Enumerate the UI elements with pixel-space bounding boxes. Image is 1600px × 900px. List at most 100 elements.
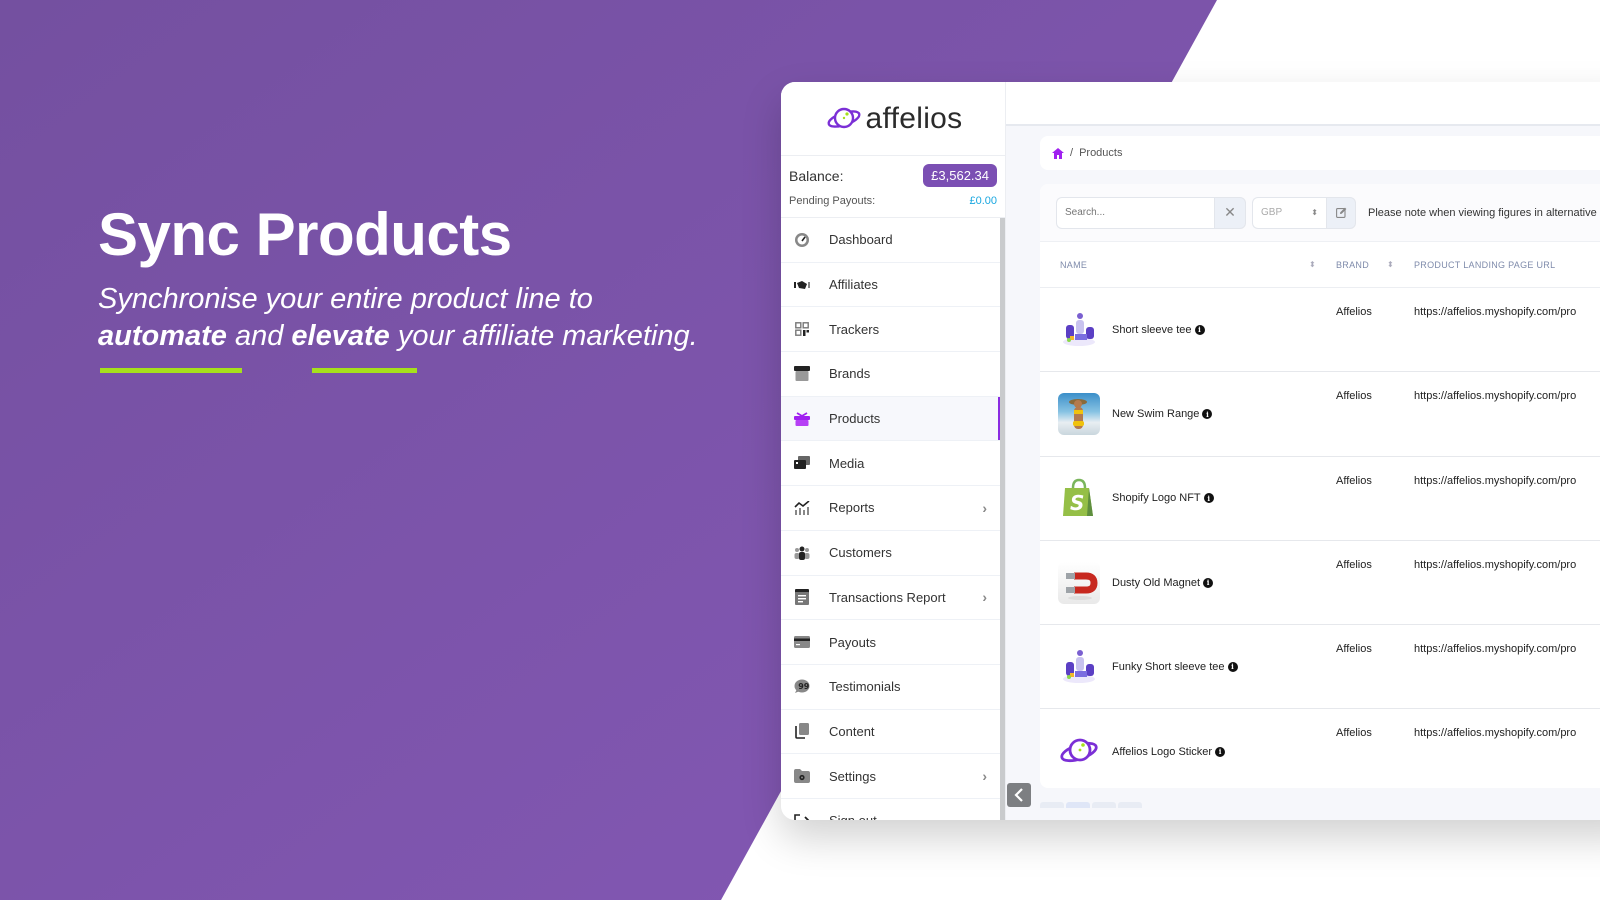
breadcrumb-separator: /	[1070, 147, 1074, 159]
app-window: affelios Balance: £3,562.34 Pending Payo…	[781, 82, 1600, 820]
info-icon[interactable]: i	[1203, 577, 1214, 588]
sort-icon: ⬍	[1386, 259, 1394, 269]
info-icon[interactable]: i	[1215, 746, 1226, 757]
clear-search-button[interactable]: ✕	[1214, 196, 1246, 229]
sidebar-scrollbar[interactable]	[1000, 218, 1005, 820]
store-icon	[793, 365, 811, 383]
pending-payouts-label: Pending Payouts:	[789, 195, 876, 207]
product-url[interactable]: https://affelios.myshopify.com/pro	[1396, 709, 1576, 793]
info-icon[interactable]: i	[1202, 409, 1213, 420]
sidebar-item-products[interactable]: Products	[781, 396, 1005, 442]
sidebar-item-label: Testimonials	[829, 679, 901, 695]
sidebar-item-label: Customers	[829, 545, 892, 561]
qr-code-icon	[793, 320, 811, 338]
edit-currency-button[interactable]	[1326, 196, 1356, 229]
table-row[interactable]: Short sleeve tee i Affelios https://affel…	[1040, 288, 1600, 373]
svg-text:99: 99	[798, 682, 810, 691]
sidebar-item-label: Dashboard	[829, 232, 893, 248]
product-thumbnail-magnet	[1058, 561, 1100, 604]
product-url[interactable]: https://affelios.myshopify.com/pro	[1396, 372, 1576, 455]
sidebar-item-testimonials[interactable]: 99 Testimonials	[781, 665, 1005, 710]
breadcrumb-current: Products	[1079, 147, 1123, 159]
sign-out-icon	[793, 812, 811, 820]
sidebar-item-label: Settings	[829, 768, 876, 784]
sidebar-item-content[interactable]: Content	[781, 710, 1005, 755]
currency-select[interactable]: GBP ⬍	[1252, 196, 1326, 229]
product-url[interactable]: https://affelios.myshopify.com/pro	[1396, 625, 1576, 708]
sidebar-item-dashboard[interactable]: Dashboard	[781, 218, 1005, 263]
balance-badge: £3,562.34	[923, 164, 997, 187]
page-button[interactable]	[1092, 802, 1116, 808]
sidebar-item-transactions-report[interactable]: Transactions Report ›	[781, 576, 1005, 621]
product-brand: Affelios	[1336, 643, 1372, 656]
product-name[interactable]: Short sleeve tee	[1112, 324, 1192, 336]
page-button[interactable]	[1040, 802, 1064, 808]
breadcrumb: / Products	[1040, 136, 1600, 170]
table-row[interactable]: New Swim Range i Affelios https://affelio…	[1040, 372, 1600, 457]
products-table-card: ✕ GBP ⬍ Please note when viewing figures…	[1040, 184, 1600, 788]
product-thumbnail-team-illustration	[1058, 646, 1100, 688]
gift-box-icon	[793, 410, 811, 428]
logo[interactable]: affelios	[781, 82, 1005, 156]
sidebar-nav: Dashboard Affiliates Trackers Brands Pro…	[781, 218, 1005, 820]
sidebar-item-brands[interactable]: Brands	[781, 352, 1005, 397]
sidebar-item-settings[interactable]: Settings ›	[781, 754, 1005, 799]
table-row[interactable]: S Shopify Logo NFT i Affelios https://aff…	[1040, 457, 1600, 541]
product-name[interactable]: Funky Short sleeve tee	[1112, 661, 1225, 673]
chart-icon	[793, 499, 811, 517]
table-row[interactable]: Funky Short sleeve tee i Affelios https:/…	[1040, 625, 1600, 710]
currency-note: Please note when viewing figures in alte…	[1368, 206, 1597, 219]
product-brand: Affelios	[1336, 474, 1372, 487]
column-header-name[interactable]: NAME ⬍	[1040, 260, 1318, 270]
affelios-planet-logo-icon	[827, 107, 861, 128]
info-icon[interactable]: i	[1194, 324, 1205, 335]
product-name[interactable]: New Swim Range	[1112, 408, 1199, 420]
sidebar-item-affiliates[interactable]: Affiliates	[781, 263, 1005, 308]
sidebar-item-customers[interactable]: Customers	[781, 531, 1005, 576]
sidebar-item-reports[interactable]: Reports ›	[781, 486, 1005, 531]
credit-card-icon	[793, 633, 811, 651]
sort-icon: ⬍	[1308, 259, 1316, 269]
hero-text: Sync Products Synchronise your entire pr…	[98, 205, 698, 355]
sidebar-item-label: Reports	[829, 500, 875, 516]
home-icon[interactable]	[1052, 147, 1064, 159]
sidebar-item-label: Trackers	[829, 321, 880, 337]
users-icon	[793, 544, 811, 562]
table-row[interactable]: Affelios Logo Sticker i Affelios https://…	[1040, 709, 1600, 793]
product-name[interactable]: Shopify Logo NFT	[1112, 492, 1201, 504]
accent-underline-automate	[100, 368, 242, 373]
column-header-brand[interactable]: BRAND ⬍	[1318, 260, 1396, 270]
sidebar-item-payouts[interactable]: Payouts	[781, 620, 1005, 665]
subtitle-end: your affiliate marketing.	[389, 320, 698, 352]
hero-title: Sync Products	[98, 201, 512, 268]
collapse-sidebar-button[interactable]	[1007, 783, 1031, 807]
sidebar-item-sign-out[interactable]: Sign out	[781, 799, 1005, 820]
table-row[interactable]: Dusty Old Magnet i Affelios https://affel…	[1040, 541, 1600, 626]
product-url[interactable]: https://affelios.myshopify.com/pro	[1396, 288, 1576, 371]
currency-value: GBP	[1261, 207, 1283, 218]
page-button[interactable]	[1118, 802, 1142, 808]
sidebar: affelios Balance: £3,562.34 Pending Payo…	[781, 82, 1006, 820]
logo-text: affelios	[865, 101, 963, 135]
product-name[interactable]: Dusty Old Magnet	[1112, 577, 1200, 589]
product-url[interactable]: https://affelios.myshopify.com/pro	[1396, 541, 1576, 624]
info-icon[interactable]: i	[1227, 661, 1238, 672]
pending-payouts-value: £0.00	[969, 195, 997, 207]
subtitle-mid: and	[226, 320, 292, 352]
search-input[interactable]	[1056, 196, 1214, 229]
copy-icon	[793, 722, 811, 740]
product-thumbnail-shopify-bag: S	[1058, 477, 1100, 519]
sidebar-item-media[interactable]: Media	[781, 441, 1005, 487]
svg-text:S: S	[1070, 491, 1084, 515]
sidebar-item-label: Affiliates	[829, 277, 878, 293]
product-name[interactable]: Affelios Logo Sticker	[1112, 746, 1212, 758]
column-header-url[interactable]: PRODUCT LANDING PAGE URL	[1396, 260, 1555, 270]
sidebar-item-label: Media	[829, 455, 865, 471]
chevron-right-icon: ›	[982, 499, 987, 516]
info-icon[interactable]: i	[1203, 493, 1214, 504]
product-url[interactable]: https://affelios.myshopify.com/pro	[1396, 457, 1576, 540]
product-thumbnail-team-illustration	[1058, 309, 1100, 351]
photo-video-icon	[793, 454, 811, 472]
sidebar-item-trackers[interactable]: Trackers	[781, 307, 1005, 353]
page-button[interactable]	[1066, 802, 1090, 808]
